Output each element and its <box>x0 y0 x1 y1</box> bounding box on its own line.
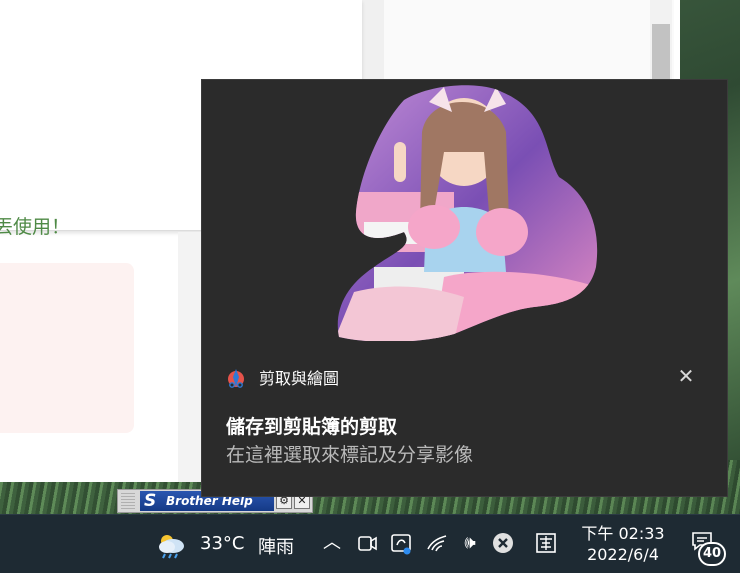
partly-cloudy-rain-icon[interactable] <box>155 531 187 559</box>
brother-help-label: Brother Help <box>166 494 253 508</box>
notification-count-badge[interactable]: 40 <box>698 542 726 566</box>
taskbar: 33°C 陣雨 ︿ 🕪 下午 02:33 2022/6/4 40 <box>0 514 740 573</box>
disconnected-status-icon[interactable] <box>491 531 515 555</box>
toast-close-icon[interactable]: ✕ <box>674 364 698 388</box>
taskbar-clock-time[interactable]: 下午 02:33 <box>578 520 668 544</box>
toolbar-grip-handle[interactable] <box>121 493 135 509</box>
background-scroll-thumb[interactable] <box>652 24 670 80</box>
brother-logo-icon: S <box>144 491 157 511</box>
toast-title: 儲存到剪貼簿的剪取 <box>226 416 398 438</box>
weather-condition[interactable]: 陣雨 <box>258 533 294 559</box>
background-partial-text: 丟使用！ <box>0 216 71 238</box>
background-side-column <box>178 232 202 482</box>
camera-tray-icon[interactable] <box>355 531 379 555</box>
toast-body-text: 在這裡選取來標記及分享影像 <box>226 444 474 466</box>
taskbar-clock-date[interactable]: 2022/6/4 <box>578 545 668 564</box>
wifi-icon[interactable] <box>425 531 449 555</box>
screen-record-tray-icon[interactable] <box>389 531 413 555</box>
volume-icon[interactable]: 🕪 <box>458 531 482 555</box>
show-hidden-icons-chevron-icon[interactable]: ︿ <box>320 531 344 555</box>
toast-app-name: 剪取與繪圖 <box>259 369 340 388</box>
snip-preview-image[interactable] <box>334 82 602 341</box>
background-pink-card <box>0 263 134 433</box>
weather-temperature[interactable]: 33°C <box>200 533 244 554</box>
ime-input-indicator-icon[interactable] <box>534 531 558 555</box>
snip-toast-notification[interactable]: 剪取與繪圖 ✕ 儲存到剪貼簿的剪取 在這裡選取來標記及分享影像 <box>202 80 727 496</box>
snipping-tool-app-icon <box>228 369 244 388</box>
